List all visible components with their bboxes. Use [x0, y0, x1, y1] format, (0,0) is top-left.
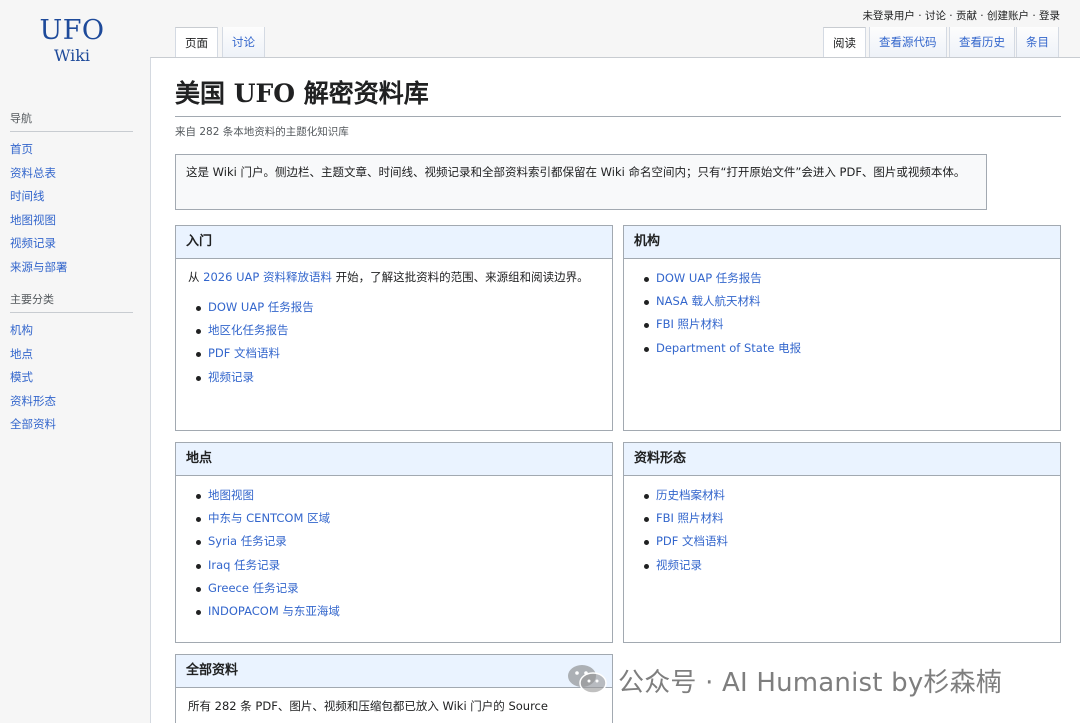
tab-view-source[interactable]: 查看源代码	[869, 27, 947, 57]
link-regional-report[interactable]: 地区化任务报告	[208, 323, 289, 337]
link-dow-uap-report[interactable]: DOW UAP 任务报告	[208, 300, 314, 314]
sidebar-item-catalog[interactable]: 资料总表	[10, 162, 133, 186]
sidebar-item-videos[interactable]: 视频记录	[10, 232, 133, 256]
list-item: PDF 文档语料	[196, 342, 600, 365]
link-dow-uap-report[interactable]: DOW UAP 任务报告	[656, 271, 762, 285]
list-item: 中东与 CENTCOM 区域	[196, 507, 600, 530]
link-state-cables[interactable]: Department of State 电报	[656, 341, 801, 355]
sidebar-nav-heading: 导航	[10, 110, 133, 132]
box-agencies: 机构 DOW UAP 任务报告 NASA 载人航天材料 FBI 照片材料 Dep…	[623, 225, 1061, 431]
site-logo[interactable]: UFO Wiki	[12, 16, 132, 66]
list-item: Department of State 电报	[644, 337, 1048, 360]
box-all-sources-title: 全部资料	[176, 655, 612, 688]
tab-item[interactable]: 条目	[1016, 27, 1059, 57]
list-item: INDOPACOM 与东亚海域	[196, 600, 600, 623]
corpus-link[interactable]: 2026 UAP 资料释放语料	[203, 270, 332, 284]
wechat-icon	[566, 662, 608, 699]
box-getting-started-title: 入门	[176, 226, 612, 259]
sidebar: UFO Wiki 导航 首页 资料总表 时间线 地图视图 视频记录 来源与部署 …	[0, 0, 150, 723]
link-pdf-corpus[interactable]: PDF 文档语料	[656, 534, 728, 548]
sidebar-item-forms[interactable]: 资料形态	[10, 390, 133, 414]
sidebar-item-sources[interactable]: 来源与部署	[10, 256, 133, 280]
box-places: 地点 地图视图 中东与 CENTCOM 区域 Syria 任务记录 Iraq 任…	[175, 442, 613, 643]
sidebar-item-timeline[interactable]: 时间线	[10, 185, 133, 209]
intro-notice: 这是 Wiki 门户。侧边栏、主题文章、时间线、视频记录和全部资料索引都保留在 …	[175, 154, 987, 210]
link-map-view[interactable]: 地图视图	[208, 488, 254, 502]
list-item: DOW UAP 任务报告	[196, 296, 600, 319]
getting-started-paragraph: 从 2026 UAP 资料释放语料 开始，了解这批资料的范围、来源组和阅读边界。	[188, 267, 600, 287]
link-historical-archives[interactable]: 历史档案材料	[656, 488, 725, 502]
sidebar-item-all[interactable]: 全部资料	[10, 413, 133, 437]
box-places-title: 地点	[176, 443, 612, 476]
box-all-sources: 全部资料 所有 282 条 PDF、图片、视频和压缩包都已放入 Wiki 门户的…	[175, 654, 613, 723]
box-forms-title: 资料形态	[624, 443, 1060, 476]
list-item: Syria 任务记录	[196, 530, 600, 553]
sidebar-item-map[interactable]: 地图视图	[10, 209, 133, 233]
tab-discussion[interactable]: 讨论	[222, 27, 265, 57]
personal-tools[interactable]: 未登录用户 · 讨论 · 贡献 · 创建账户 · 登录	[862, 8, 1060, 23]
list-item: FBI 照片材料	[644, 313, 1048, 336]
link-greece[interactable]: Greece 任务记录	[208, 581, 299, 595]
link-videos[interactable]: 视频记录	[656, 558, 702, 572]
box-agencies-title: 机构	[624, 226, 1060, 259]
list-item: 视频记录	[196, 366, 600, 389]
sidebar-item-patterns[interactable]: 模式	[10, 366, 133, 390]
all-sources-paragraph: 所有 282 条 PDF、图片、视频和压缩包都已放入 Wiki 门户的 Sour…	[188, 699, 548, 713]
main-content: 美国 UFO 解密资料库 来自 282 条本地资料的主题化知识库 这是 Wiki…	[150, 57, 1080, 723]
sidebar-item-home[interactable]: 首页	[10, 138, 133, 162]
list-item: PDF 文档语料	[644, 530, 1048, 553]
link-nasa-materials[interactable]: NASA 载人航天材料	[656, 294, 761, 308]
link-syria[interactable]: Syria 任务记录	[208, 534, 287, 548]
para-prefix: 从	[188, 270, 204, 284]
sidebar-categories-heading: 主要分类	[10, 291, 133, 313]
watermark-text: 公众号 · AI Humanist by杉森楠	[618, 667, 1002, 698]
link-videos[interactable]: 视频记录	[208, 370, 254, 384]
sidebar-nav: 导航 首页 资料总表 时间线 地图视图 视频记录 来源与部署	[10, 110, 133, 280]
list-item: 地图视图	[196, 484, 600, 507]
list-item: 视频记录	[644, 554, 1048, 577]
list-item: FBI 照片材料	[644, 507, 1048, 530]
tab-history[interactable]: 查看历史	[949, 27, 1015, 57]
box-getting-started: 入门 从 2026 UAP 资料释放语料 开始，了解这批资料的范围、来源组和阅读…	[175, 225, 613, 431]
page-title: 美国 UFO 解密资料库	[175, 76, 1061, 117]
logo-line2[interactable]: Wiki	[12, 46, 132, 66]
sidebar-item-places[interactable]: 地点	[10, 343, 133, 367]
link-iraq[interactable]: Iraq 任务记录	[208, 558, 280, 572]
logo-line1[interactable]: UFO	[12, 16, 132, 46]
tab-page[interactable]: 页面	[175, 27, 218, 57]
link-centcom[interactable]: 中东与 CENTCOM 区域	[208, 511, 330, 525]
page-subtitle: 来自 282 条本地资料的主题化知识库	[175, 126, 349, 138]
box-forms: 资料形态 历史档案材料 FBI 照片材料 PDF 文档语料 视频记录	[623, 442, 1061, 643]
para-suffix: 开始，了解这批资料的范围、来源组和阅读边界。	[331, 270, 589, 284]
sidebar-item-agencies[interactable]: 机构	[10, 319, 133, 343]
list-item: Iraq 任务记录	[196, 554, 600, 577]
list-item: NASA 载人航天材料	[644, 290, 1048, 313]
link-fbi-photos[interactable]: FBI 照片材料	[656, 511, 724, 525]
list-item: 地区化任务报告	[196, 319, 600, 342]
watermark: 公众号 · AI Humanist by杉森楠	[566, 660, 1002, 700]
tab-read[interactable]: 阅读	[823, 27, 866, 57]
sidebar-categories: 主要分类 机构 地点 模式 资料形态 全部资料	[10, 291, 133, 437]
list-item: Greece 任务记录	[196, 577, 600, 600]
link-indopacom[interactable]: INDOPACOM 与东亚海域	[208, 604, 340, 618]
list-item: 历史档案材料	[644, 484, 1048, 507]
list-item: DOW UAP 任务报告	[644, 267, 1048, 290]
link-fbi-photos[interactable]: FBI 照片材料	[656, 317, 724, 331]
link-pdf-corpus[interactable]: PDF 文档语料	[208, 346, 280, 360]
